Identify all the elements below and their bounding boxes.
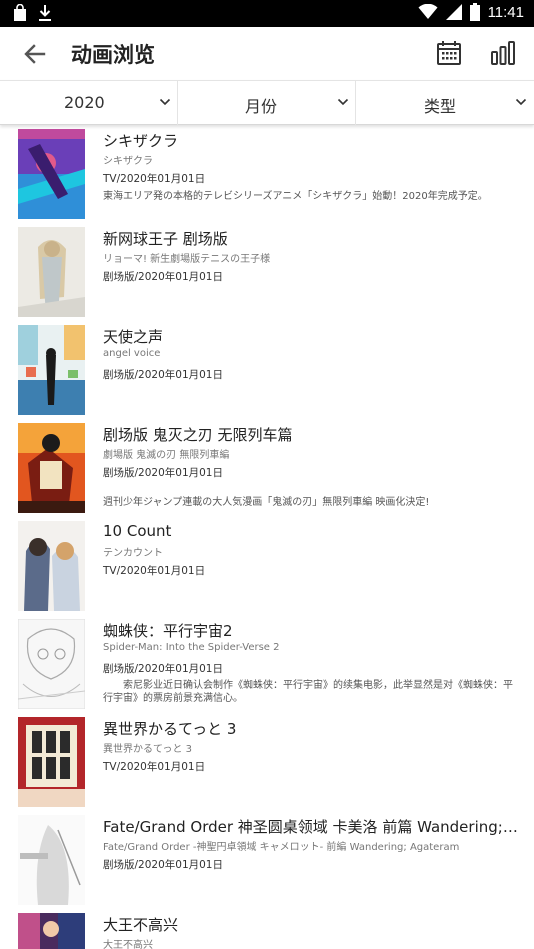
- calendar-icon: [437, 41, 461, 65]
- item-meta: 剧场版/2020年01月01日: [103, 271, 223, 283]
- item-description: 東海エリア発の本格的テレビシリーズアニメ「シキザクラ」始動！2020年完成予定。: [103, 191, 488, 202]
- download-icon: [39, 5, 51, 21]
- year-filter-label: 2020: [64, 93, 105, 112]
- item-title: 10 Count: [103, 522, 172, 540]
- type-filter-label: 类型: [424, 97, 457, 116]
- bar-chart-icon: [491, 41, 515, 65]
- wifi-icon: [418, 4, 438, 19]
- item-title: 異世界かるてっと 3: [103, 720, 237, 738]
- item-title: 剧场版 鬼灭之刃 无限列车篇: [103, 426, 293, 444]
- arrow-left-icon: [24, 44, 46, 64]
- battery-icon: [469, 3, 480, 21]
- year-filter[interactable]: 2020: [0, 81, 178, 125]
- cover-image: [18, 913, 85, 949]
- month-filter-label: 月份: [245, 97, 278, 116]
- cover-image: [18, 129, 85, 219]
- item-meta: 剧场版/2020年01月01日: [103, 663, 223, 675]
- status-bar: 11:41: [0, 0, 534, 27]
- item-meta: TV/2020年01月01日: [103, 173, 206, 185]
- item-subtitle: テンカウント: [103, 548, 163, 559]
- shopping-bag-icon: [14, 4, 26, 21]
- filter-bar: 2020 月份 类型: [0, 80, 534, 125]
- item-meta: TV/2020年01月01日: [103, 565, 206, 577]
- item-title: 蜘蛛侠：平行宇宙2: [103, 622, 233, 640]
- cover-image: [18, 521, 85, 611]
- cover-image: [18, 423, 85, 513]
- status-time: 11:41: [487, 3, 524, 21]
- page-title: 动画浏览: [71, 43, 155, 67]
- cover-image: [18, 227, 85, 317]
- cover-image: [18, 325, 85, 415]
- item-subtitle: 大王不高兴: [103, 940, 153, 949]
- item-subtitle: シキザクラ: [103, 156, 153, 167]
- type-filter[interactable]: 类型: [356, 81, 534, 125]
- item-subtitle: 異世界かるてっと 3: [103, 744, 192, 755]
- item-title: 大王不高兴: [103, 916, 179, 934]
- calendar-button[interactable]: [436, 40, 462, 66]
- cover-image: [18, 717, 85, 807]
- month-filter[interactable]: 月份: [178, 81, 356, 125]
- app-bar: 动画浏览: [0, 27, 534, 80]
- item-title: 新网球王子 剧场版: [103, 230, 228, 248]
- item-title: シキザクラ: [103, 132, 179, 150]
- item-title: 天使之声: [103, 328, 164, 346]
- item-subtitle: Spider-Man: Into the Spider-Verse 2: [103, 642, 280, 653]
- chevron-down-icon: [159, 98, 171, 106]
- item-subtitle: リョーマ! 新生劇場版テニスの王子様: [103, 254, 271, 265]
- cover-image: [18, 619, 85, 709]
- item-subtitle: Fate/Grand Order -神聖円卓領域 キャメロット- 前編 Wand…: [103, 842, 460, 853]
- item-meta: 剧场版/2020年01月01日: [103, 369, 223, 381]
- cover-image: [18, 815, 85, 905]
- item-subtitle: 劇場版 鬼滅の刃 無限列車編: [103, 450, 230, 461]
- statistics-button[interactable]: [490, 40, 516, 66]
- item-description: 索尼影业近日确认会制作《蜘蛛侠：平行宇宙》的续集电影，此举显然是对《蜘蛛侠：平行…: [103, 680, 513, 704]
- item-meta: 剧场版/2020年01月01日: [103, 859, 223, 871]
- chevron-down-icon: [515, 98, 527, 106]
- chevron-down-icon: [337, 98, 349, 106]
- item-subtitle: angel voice: [103, 348, 161, 359]
- back-button[interactable]: [20, 41, 50, 67]
- item-title: Fate/Grand Order 神圣圆桌领域 卡美洛 前篇 Wandering…: [103, 818, 521, 836]
- item-description: 週刊少年ジャンプ連載の大人気漫画「鬼滅の刃」無限列車編 映画化決定!: [103, 497, 430, 508]
- item-meta: 剧场版/2020年01月01日: [103, 467, 223, 479]
- signal-icon: [445, 4, 462, 20]
- item-meta: TV/2020年01月01日: [103, 761, 206, 773]
